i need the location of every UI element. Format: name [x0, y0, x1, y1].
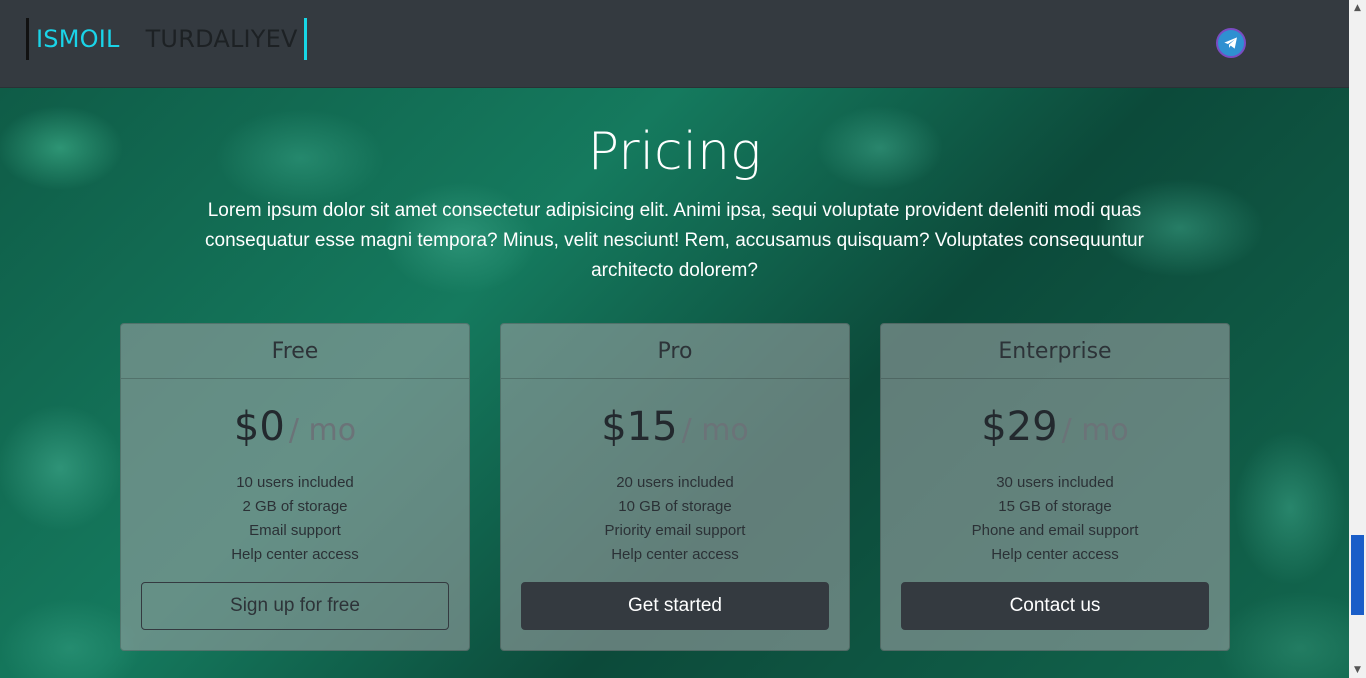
- pricing-section: Pricing Lorem ipsum dolor sit amet conse…: [0, 88, 1349, 678]
- page-scrollbar[interactable]: ▲ ▼: [1349, 0, 1366, 678]
- brand-logo[interactable]: ISMOIL TURDALIYEV: [26, 18, 307, 60]
- paper-plane-icon: [1224, 37, 1237, 49]
- plan-name: Free: [121, 324, 469, 379]
- price-amount: $15: [601, 404, 678, 450]
- feature-item: Help center access: [611, 546, 739, 563]
- feature-item: Email support: [249, 522, 341, 539]
- feature-list: 10 users included 2 GB of storage Email …: [121, 471, 469, 567]
- feature-list: 20 users included 10 GB of storage Prior…: [501, 471, 849, 567]
- pricing-card-pro: Pro $15/ mo 20 users included 10 GB of s…: [500, 323, 850, 651]
- plan-price: $29/ mo: [881, 405, 1229, 453]
- feature-item: 15 GB of storage: [998, 498, 1112, 515]
- feature-item: 10 GB of storage: [618, 498, 732, 515]
- brand-last-name: TURDALIYEV: [145, 25, 298, 53]
- plan-price: $15/ mo: [501, 405, 849, 453]
- contact-us-button[interactable]: Contact us: [901, 582, 1209, 630]
- price-period: / mo: [1061, 413, 1129, 448]
- feature-item: 10 users included: [236, 474, 354, 491]
- price-period: / mo: [288, 413, 357, 448]
- plan-name: Pro: [501, 324, 849, 379]
- feature-item: Priority email support: [604, 522, 746, 539]
- scrollbar-thumb[interactable]: [1351, 535, 1364, 615]
- feature-list: 30 users included 15 GB of storage Phone…: [881, 471, 1229, 567]
- feature-item: 20 users included: [616, 474, 734, 491]
- price-amount: $29: [981, 404, 1058, 450]
- feature-item: Phone and email support: [971, 522, 1139, 539]
- telegram-icon[interactable]: [1216, 28, 1246, 58]
- scroll-down-icon[interactable]: ▼: [1349, 662, 1366, 678]
- feature-item: 30 users included: [996, 474, 1114, 491]
- price-period: / mo: [681, 413, 749, 448]
- page-title: Pricing: [587, 122, 762, 182]
- get-started-button[interactable]: Get started: [521, 582, 829, 630]
- price-amount: $0: [233, 404, 285, 450]
- pricing-description: Lorem ipsum dolor sit amet consectetur a…: [205, 200, 1144, 281]
- brand-first-name: ISMOIL: [36, 25, 120, 53]
- scroll-up-icon[interactable]: ▲: [1349, 0, 1366, 16]
- plan-price: $0/ mo: [121, 405, 469, 453]
- feature-item: Help center access: [231, 546, 359, 563]
- feature-item: Help center access: [991, 546, 1119, 563]
- feature-item: 2 GB of storage: [242, 498, 348, 515]
- pricing-card-enterprise: Enterprise $29/ mo 30 users included 15 …: [880, 323, 1230, 651]
- pricing-card-free: Free $0/ mo 10 users included 2 GB of st…: [120, 323, 470, 651]
- plan-name: Enterprise: [881, 324, 1229, 379]
- navbar: ISMOIL TURDALIYEV: [0, 0, 1349, 88]
- sign-up-button[interactable]: Sign up for free: [141, 582, 449, 630]
